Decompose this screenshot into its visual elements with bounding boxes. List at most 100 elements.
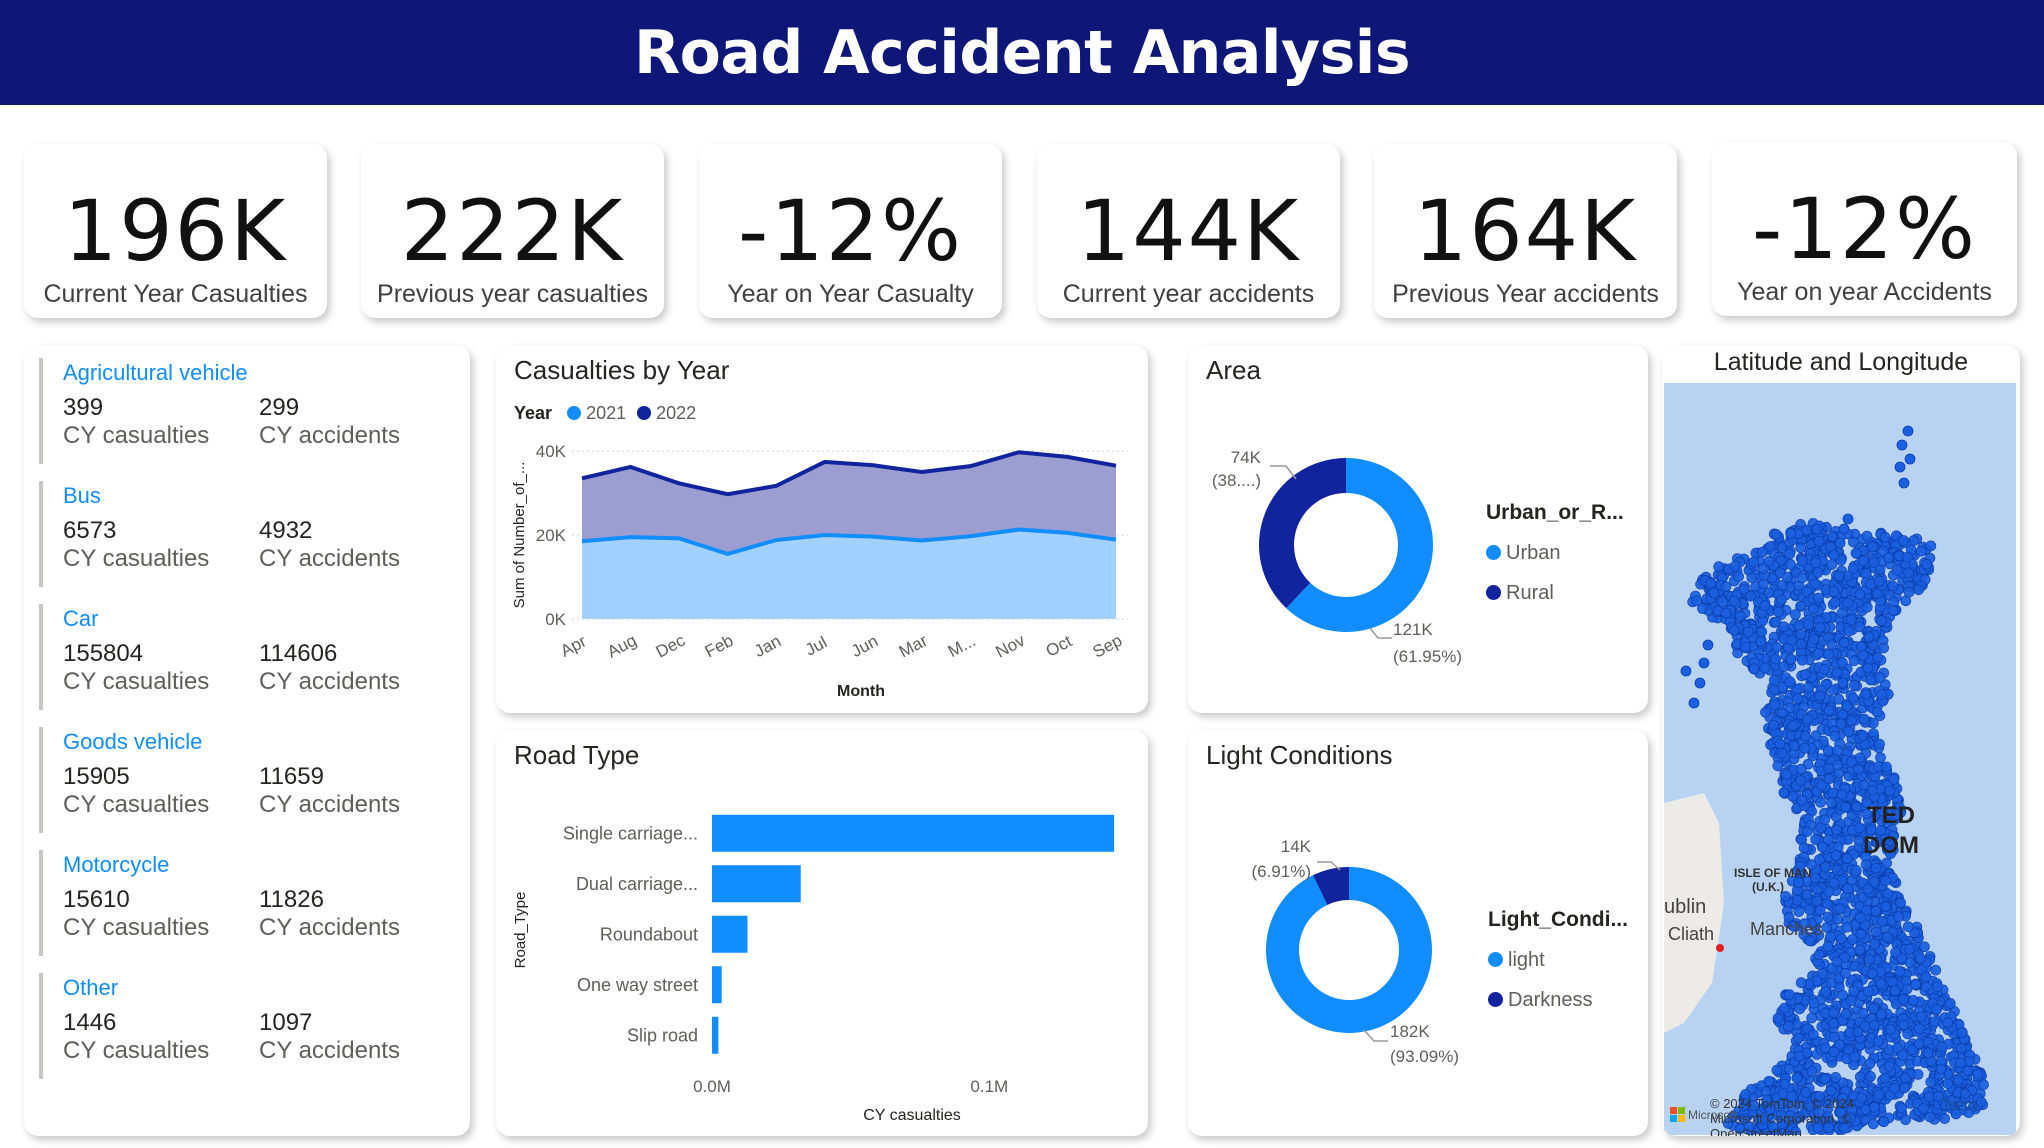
- accident-point: [1814, 690, 1826, 702]
- accident-point: [1836, 933, 1848, 944]
- legend-item-rural[interactable]: Rural: [1486, 573, 1624, 613]
- cy-casualties-label: CY casualties: [63, 791, 210, 818]
- legend-title: Urban_or_R...: [1486, 501, 1624, 524]
- accident-point: [1975, 1096, 1987, 1108]
- accident-point: [1842, 513, 1854, 525]
- accident-point: [1717, 596, 1728, 608]
- kpi-card-cy-accidents[interactable]: 144K Current year accidents: [1037, 144, 1340, 318]
- accident-point: [1837, 677, 1849, 689]
- kpi-card-yoy-casualty[interactable]: -12% Year on Year Casualty: [699, 144, 1002, 318]
- vehicle-name: Motorcycle: [63, 852, 170, 877]
- series-2021-area: [582, 529, 1116, 619]
- accident-point: [1778, 621, 1790, 633]
- accident-point: [1848, 985, 1860, 997]
- leader-line: [1369, 627, 1392, 639]
- y-category-label: Single carriage...: [563, 823, 698, 843]
- accident-point: [1898, 993, 1909, 1005]
- kpi-card-py-accidents[interactable]: 164K Previous Year accidents: [1374, 144, 1677, 318]
- accident-point: [1728, 624, 1740, 636]
- accident-point: [1830, 850, 1842, 861]
- accident-point: [1828, 586, 1840, 597]
- kpi-card-cy-casualties[interactable]: 196K Current Year Casualties: [24, 144, 327, 318]
- accident-point: [1922, 1047, 1934, 1059]
- accident-point: [1857, 730, 1869, 741]
- accident-point: [1867, 541, 1878, 553]
- accident-point: [1924, 1111, 1936, 1123]
- area-card[interactable]: Area 74K (38....) 121K (61.95%) Urban_or_R.…: [1188, 345, 1648, 713]
- cy-accidents-value: 114606: [259, 640, 338, 667]
- accident-point: [1809, 578, 1821, 590]
- vehicle-item-other[interactable]: Other 1446 1097 CY casualties CY accidents: [39, 973, 459, 1079]
- accident-point: [1897, 1050, 1909, 1061]
- map-canvas[interactable]: TED DOM ISLE OF MAN (U.K.) ublin Cliath …: [1664, 383, 2020, 1135]
- accident-point: [1874, 575, 1885, 587]
- vehicle-item-car[interactable]: Car 155804 114606 CY casualties CY acciden…: [39, 604, 459, 710]
- map-label-dublin: ublin: [1664, 896, 1706, 918]
- map-terms-link[interactable]: Terms: [1942, 1096, 1977, 1111]
- accident-point: [1902, 425, 1914, 437]
- accident-point: [1882, 888, 1894, 900]
- cy-casualties-label: CY casualties: [63, 668, 210, 695]
- accident-point: [1763, 555, 1775, 567]
- accident-point: [1843, 726, 1855, 738]
- accident-point: [1748, 663, 1760, 675]
- accident-point: [1823, 705, 1835, 716]
- accident-point: [1688, 697, 1700, 709]
- accident-point: [1889, 985, 1901, 996]
- map-title: Latitude and Longitude: [1713, 348, 1969, 376]
- vehicle-item-goods[interactable]: Goods vehicle 15905 11659 CY casualties CY…: [39, 727, 459, 833]
- accident-point: [1802, 713, 1814, 725]
- cy-accidents-value: 299: [259, 394, 300, 421]
- accident-point: [1901, 551, 1913, 563]
- accident-point: [1839, 801, 1851, 813]
- accident-point: [1899, 1082, 1911, 1094]
- legend-label: Urban: [1506, 542, 1561, 564]
- accident-point: [1972, 1068, 1984, 1080]
- accident-point: [1915, 1011, 1927, 1022]
- legend-item-darkness[interactable]: Darkness: [1488, 980, 1628, 1020]
- accident-point: [1801, 524, 1813, 536]
- casualties-area-chart: 0K 20K 40K Apr Aug Dec Feb Jan Jul Jun Mar M... Nov O…: [511, 442, 1128, 700]
- accident-point: [1772, 1012, 1784, 1024]
- x-tick-label: Sep: [1090, 631, 1126, 662]
- light-conditions-card[interactable]: Light Conditions 14K (6.91%) 182K (93.09%) …: [1188, 730, 1648, 1136]
- data-label-rural-pct: (38....): [1212, 471, 1261, 490]
- accident-point: [1742, 626, 1754, 638]
- vehicle-item-bus[interactable]: Bus 6573 4932 CY casualties CY accidents: [39, 481, 459, 587]
- y-axis-title: Road_Type: [512, 892, 529, 969]
- kpi-card-py-casualties[interactable]: 222K Previous year casualties: [361, 144, 664, 318]
- cy-accidents-label: CY accidents: [259, 545, 400, 572]
- accident-point: [1847, 563, 1859, 575]
- accident-point: [1763, 1076, 1775, 1087]
- accident-point: [1811, 895, 1823, 907]
- accident-point: [1823, 886, 1835, 898]
- accident-point: [1849, 1051, 1861, 1063]
- road-type-card[interactable]: Road Type Single carriage... Dual carriag…: [496, 730, 1148, 1136]
- vehicle-item-motorcycle[interactable]: Motorcycle 15610 11826 CY casualties CY ac…: [39, 850, 459, 956]
- vehicle-item-agricultural[interactable]: Agricultural vehicle 399 299 CY casualtie…: [39, 358, 459, 464]
- accident-point: [1879, 531, 1891, 543]
- accident-point: [1952, 1075, 1964, 1086]
- accident-point: [1854, 1071, 1866, 1083]
- kpi-card-yoy-accidents[interactable]: -12% Year on year Accidents: [1712, 142, 2017, 316]
- accident-point: [1913, 1038, 1925, 1050]
- accident-point: [1866, 784, 1878, 796]
- accident-point: [1772, 760, 1784, 772]
- legend-item-urban[interactable]: Urban: [1486, 533, 1624, 573]
- casualties-by-year-card[interactable]: Casualties by Year Year 2021 2022 0K 20K 4…: [496, 345, 1148, 713]
- accident-point: [1860, 859, 1872, 871]
- accident-point: [1921, 558, 1933, 570]
- accident-point: [1884, 785, 1896, 797]
- cy-accidents-value: 11659: [259, 763, 324, 790]
- x-tick-label: 0.0M: [693, 1077, 731, 1096]
- map-label-isle-of-man: ISLE OF MAN: [1734, 866, 1811, 880]
- accident-point: [1795, 977, 1807, 989]
- accident-point: [1774, 738, 1786, 750]
- legend-item-light[interactable]: light: [1488, 940, 1628, 980]
- accident-point: [1713, 561, 1725, 573]
- accident-point: [1738, 583, 1750, 595]
- data-label-urban-pct: (61.95%): [1393, 647, 1462, 666]
- accident-point: [1978, 1079, 1989, 1091]
- map-card[interactable]: Latitude and Longitude TED DOM ISLE OF M…: [1662, 345, 2020, 1136]
- x-tick-label: Dec: [653, 630, 689, 661]
